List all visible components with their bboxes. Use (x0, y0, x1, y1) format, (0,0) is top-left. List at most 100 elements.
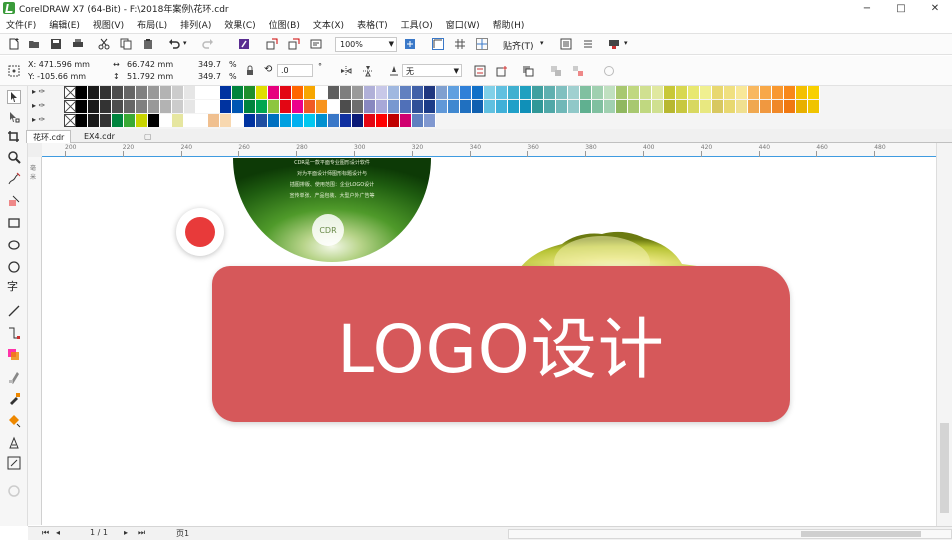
color-swatch[interactable] (808, 86, 820, 99)
color-swatch[interactable] (808, 100, 820, 113)
color-swatch[interactable] (568, 100, 580, 113)
color-swatch[interactable] (712, 100, 724, 113)
color-swatch[interactable] (412, 114, 424, 127)
color-swatch[interactable] (520, 100, 532, 113)
combine-icon[interactable] (550, 65, 562, 77)
color-swatch[interactable] (580, 86, 592, 99)
horizontal-scrollbar[interactable] (508, 529, 952, 539)
color-swatch[interactable] (628, 86, 640, 99)
tab-huahuan[interactable]: 花环.cdr (26, 130, 72, 143)
color-swatch[interactable] (436, 100, 448, 113)
color-swatch[interactable] (544, 86, 556, 99)
color-swatch[interactable] (388, 100, 400, 113)
color-swatch[interactable] (88, 114, 100, 127)
color-swatch[interactable] (112, 114, 124, 127)
palette-row-1-controls-icon[interactable]: ▸ ✑ (32, 87, 62, 100)
color-swatch[interactable] (700, 86, 712, 99)
menu-window[interactable]: 窗口(W) (446, 18, 480, 31)
color-swatch[interactable] (172, 114, 184, 127)
color-swatch[interactable] (148, 114, 160, 127)
color-swatch[interactable] (208, 114, 220, 127)
interactive-fill-tool-icon[interactable] (7, 414, 21, 428)
color-swatch[interactable] (412, 100, 424, 113)
color-swatch[interactable] (364, 86, 376, 99)
color-swatch[interactable] (376, 100, 388, 113)
page-first-icon[interactable]: ⏮ (42, 528, 49, 538)
color-swatch[interactable] (364, 100, 376, 113)
color-swatch[interactable] (796, 100, 808, 113)
color-swatch[interactable] (184, 100, 196, 113)
page-tab[interactable]: 页1 (176, 528, 189, 539)
close-button[interactable]: ✕ (918, 0, 952, 16)
color-swatch[interactable] (652, 86, 664, 99)
color-swatch[interactable] (508, 86, 520, 99)
color-swatch[interactable] (496, 86, 508, 99)
add-tool-icon[interactable] (7, 484, 21, 498)
connector-tool-icon[interactable] (7, 326, 21, 340)
color-swatch[interactable] (532, 86, 544, 99)
color-swatch[interactable] (100, 100, 112, 113)
color-swatch[interactable] (100, 86, 112, 99)
color-swatch[interactable] (172, 100, 184, 113)
text-tool-icon[interactable]: 字 (7, 280, 21, 294)
color-swatch[interactable] (88, 100, 100, 113)
color-swatch[interactable] (592, 100, 604, 113)
color-swatch[interactable] (580, 100, 592, 113)
show-grid-icon[interactable] (454, 38, 466, 50)
rotation-angle-field[interactable]: .0 (277, 64, 313, 77)
color-swatch[interactable] (448, 100, 460, 113)
color-swatch[interactable] (244, 114, 256, 127)
height-field[interactable]: 51.792 mm (127, 72, 173, 81)
menu-view[interactable]: 视图(V) (93, 18, 124, 31)
color-swatch[interactable] (472, 86, 484, 99)
color-swatch[interactable] (688, 86, 700, 99)
color-swatch[interactable] (376, 86, 388, 99)
color-swatch[interactable] (664, 86, 676, 99)
color-swatch[interactable] (292, 114, 304, 127)
color-swatch[interactable] (244, 100, 256, 113)
vertical-scrollbar[interactable] (936, 143, 952, 526)
color-swatch[interactable] (280, 86, 292, 99)
color-swatch[interactable] (292, 86, 304, 99)
color-swatch[interactable] (616, 100, 628, 113)
color-swatch[interactable] (280, 100, 292, 113)
color-swatch[interactable] (640, 100, 652, 113)
color-swatch[interactable] (112, 86, 124, 99)
color-swatch[interactable] (724, 86, 736, 99)
color-swatch[interactable] (364, 114, 376, 127)
launcher-chevron-down-icon[interactable]: ▾ (624, 39, 628, 47)
color-swatch[interactable] (340, 100, 352, 113)
color-swatch[interactable] (220, 100, 232, 113)
color-swatch[interactable] (316, 86, 328, 99)
crop-tool-icon[interactable] (7, 130, 21, 144)
color-swatch[interactable] (76, 86, 88, 99)
color-swatch[interactable] (148, 100, 160, 113)
y-position-field[interactable]: Y: -105.66 mm (28, 72, 86, 81)
color-swatch[interactable] (340, 114, 352, 127)
minimize-button[interactable]: − (850, 0, 884, 16)
convert-to-curves-icon[interactable] (603, 65, 615, 77)
color-swatch[interactable] (232, 86, 244, 99)
color-swatch[interactable] (784, 100, 796, 113)
cut-icon[interactable] (98, 38, 110, 50)
color-swatch[interactable] (712, 86, 724, 99)
outline-width-dropdown[interactable]: 无 ▼ (402, 64, 462, 77)
color-swatch[interactable] (136, 114, 148, 127)
color-swatch[interactable] (484, 86, 496, 99)
color-swatch[interactable] (328, 86, 340, 99)
color-swatch[interactable] (208, 100, 220, 113)
color-swatch[interactable] (736, 100, 748, 113)
scale-y-field[interactable]: 349.7 (198, 72, 221, 81)
no-color-swatch[interactable] (64, 114, 76, 127)
menu-effects[interactable]: 效果(C) (224, 18, 255, 31)
undo-icon[interactable] (168, 38, 180, 50)
color-swatch[interactable] (280, 114, 292, 127)
menu-file[interactable]: 文件(F) (6, 18, 36, 31)
color-swatch[interactable] (340, 86, 352, 99)
color-swatch[interactable] (604, 100, 616, 113)
color-swatch[interactable] (292, 100, 304, 113)
color-swatch[interactable] (304, 86, 316, 99)
color-swatch[interactable] (184, 86, 196, 99)
color-swatch[interactable] (796, 86, 808, 99)
color-swatch[interactable] (220, 114, 232, 127)
